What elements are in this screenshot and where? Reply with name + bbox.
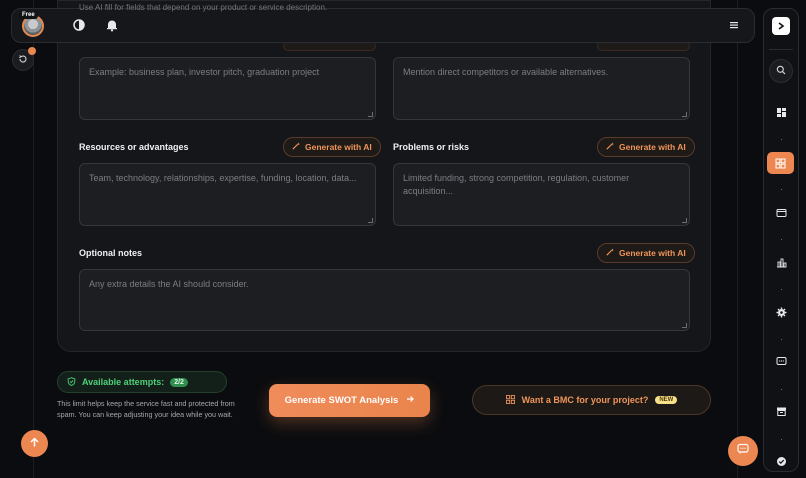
frame-line-right bbox=[737, 0, 738, 478]
attempts-label: Available attempts: bbox=[82, 377, 165, 387]
swot-form-card: Example: business plan, investor pitch, … bbox=[57, 0, 711, 352]
dashboard-icon[interactable] bbox=[772, 103, 790, 121]
menu-icon[interactable] bbox=[727, 18, 741, 32]
rail-separator bbox=[781, 439, 782, 440]
generate-ai-label: Generate with AI bbox=[619, 248, 686, 258]
problems-label: Problems or risks bbox=[393, 142, 470, 152]
generate-ai-button-problems[interactable]: Generate with AI bbox=[597, 137, 695, 157]
arrow-up-icon bbox=[29, 435, 40, 453]
resources-label: Resources or advantages bbox=[79, 142, 189, 152]
magic-wand-icon bbox=[606, 248, 614, 258]
competitors-textarea[interactable]: Mention direct competitors or available … bbox=[393, 57, 690, 120]
plan-badge: Free bbox=[19, 11, 38, 19]
resize-handle[interactable] bbox=[368, 218, 373, 223]
rail-separator bbox=[781, 339, 782, 340]
generate-swot-button[interactable]: Generate SWOT Analysis bbox=[269, 384, 430, 417]
resize-handle[interactable] bbox=[682, 112, 687, 117]
search-button[interactable] bbox=[769, 59, 793, 83]
grid-icon bbox=[505, 394, 515, 406]
context-textarea[interactable]: Example: business plan, investor pitch, … bbox=[79, 57, 376, 120]
apps-icon[interactable] bbox=[767, 152, 794, 174]
right-nav-rail bbox=[763, 8, 799, 472]
ai-fill-hint: Use AI fill for fields that depend on yo… bbox=[79, 3, 328, 12]
top-bar: Use AI fill for fields that depend on yo… bbox=[11, 3, 755, 43]
competitors-placeholder: Mention direct competitors or available … bbox=[403, 67, 609, 77]
magic-wand-icon bbox=[606, 142, 614, 152]
notes-label: Optional notes bbox=[79, 248, 142, 258]
rail-separator bbox=[781, 189, 782, 190]
problems-placeholder: Limited funding, strong competition, reg… bbox=[403, 173, 630, 196]
history-icon bbox=[18, 51, 28, 69]
resize-handle[interactable] bbox=[682, 323, 687, 328]
scroll-top-button[interactable] bbox=[21, 430, 48, 457]
problems-textarea[interactable]: Limited funding, strong competition, reg… bbox=[393, 163, 690, 226]
bmc-label: Want a BMC for your project? bbox=[521, 395, 649, 405]
bell-icon[interactable] bbox=[105, 18, 119, 32]
notes-textarea[interactable]: Any extra details the AI should consider… bbox=[79, 269, 690, 331]
resize-handle[interactable] bbox=[368, 112, 373, 117]
app-logo[interactable] bbox=[772, 17, 790, 35]
generate-ai-label: Generate with AI bbox=[619, 142, 686, 152]
theme-toggle-icon[interactable] bbox=[72, 18, 86, 32]
notes-placeholder: Any extra details the AI should consider… bbox=[89, 279, 249, 289]
frame-line-left bbox=[33, 0, 34, 478]
arrow-right-icon bbox=[406, 395, 415, 406]
resources-placeholder: Team, technology, relationships, experti… bbox=[89, 173, 357, 183]
rail-separator bbox=[781, 139, 782, 140]
search-icon bbox=[776, 62, 786, 80]
new-badge: NEW bbox=[655, 396, 678, 404]
rail-separator bbox=[781, 289, 782, 290]
generate-ai-button-resources[interactable]: Generate with AI bbox=[283, 137, 381, 157]
limit-note: This limit helps keep the service fast a… bbox=[57, 399, 235, 419]
settings-icon[interactable] bbox=[772, 303, 790, 321]
generate-swot-label: Generate SWOT Analysis bbox=[284, 395, 399, 406]
notification-dot bbox=[28, 47, 36, 55]
context-placeholder: Example: business plan, investor pitch, … bbox=[89, 67, 320, 77]
wallet-icon[interactable] bbox=[772, 203, 790, 221]
rail-separator bbox=[781, 389, 782, 390]
generate-ai-button-notes[interactable]: Generate with AI bbox=[597, 243, 695, 263]
bmc-promo-button[interactable]: Want a BMC for your project? NEW bbox=[472, 385, 711, 415]
archive-icon[interactable] bbox=[772, 402, 790, 420]
chat-icon[interactable] bbox=[772, 352, 790, 370]
generate-ai-label: Generate with AI bbox=[305, 142, 372, 152]
chat-button[interactable] bbox=[728, 436, 758, 466]
chart-icon[interactable] bbox=[772, 253, 790, 271]
available-attempts-badge: Available attempts: 2/2 bbox=[57, 371, 227, 393]
magic-wand-icon bbox=[292, 142, 300, 152]
chat-bubble-icon bbox=[737, 442, 749, 460]
history-button[interactable] bbox=[12, 47, 36, 71]
resources-textarea[interactable]: Team, technology, relationships, experti… bbox=[79, 163, 376, 226]
resize-handle[interactable] bbox=[682, 218, 687, 223]
check-icon[interactable] bbox=[772, 452, 790, 470]
attempts-count: 2/2 bbox=[170, 377, 188, 387]
rail-separator bbox=[781, 239, 782, 240]
shield-check-icon bbox=[67, 376, 76, 388]
rail-divider bbox=[769, 49, 793, 50]
